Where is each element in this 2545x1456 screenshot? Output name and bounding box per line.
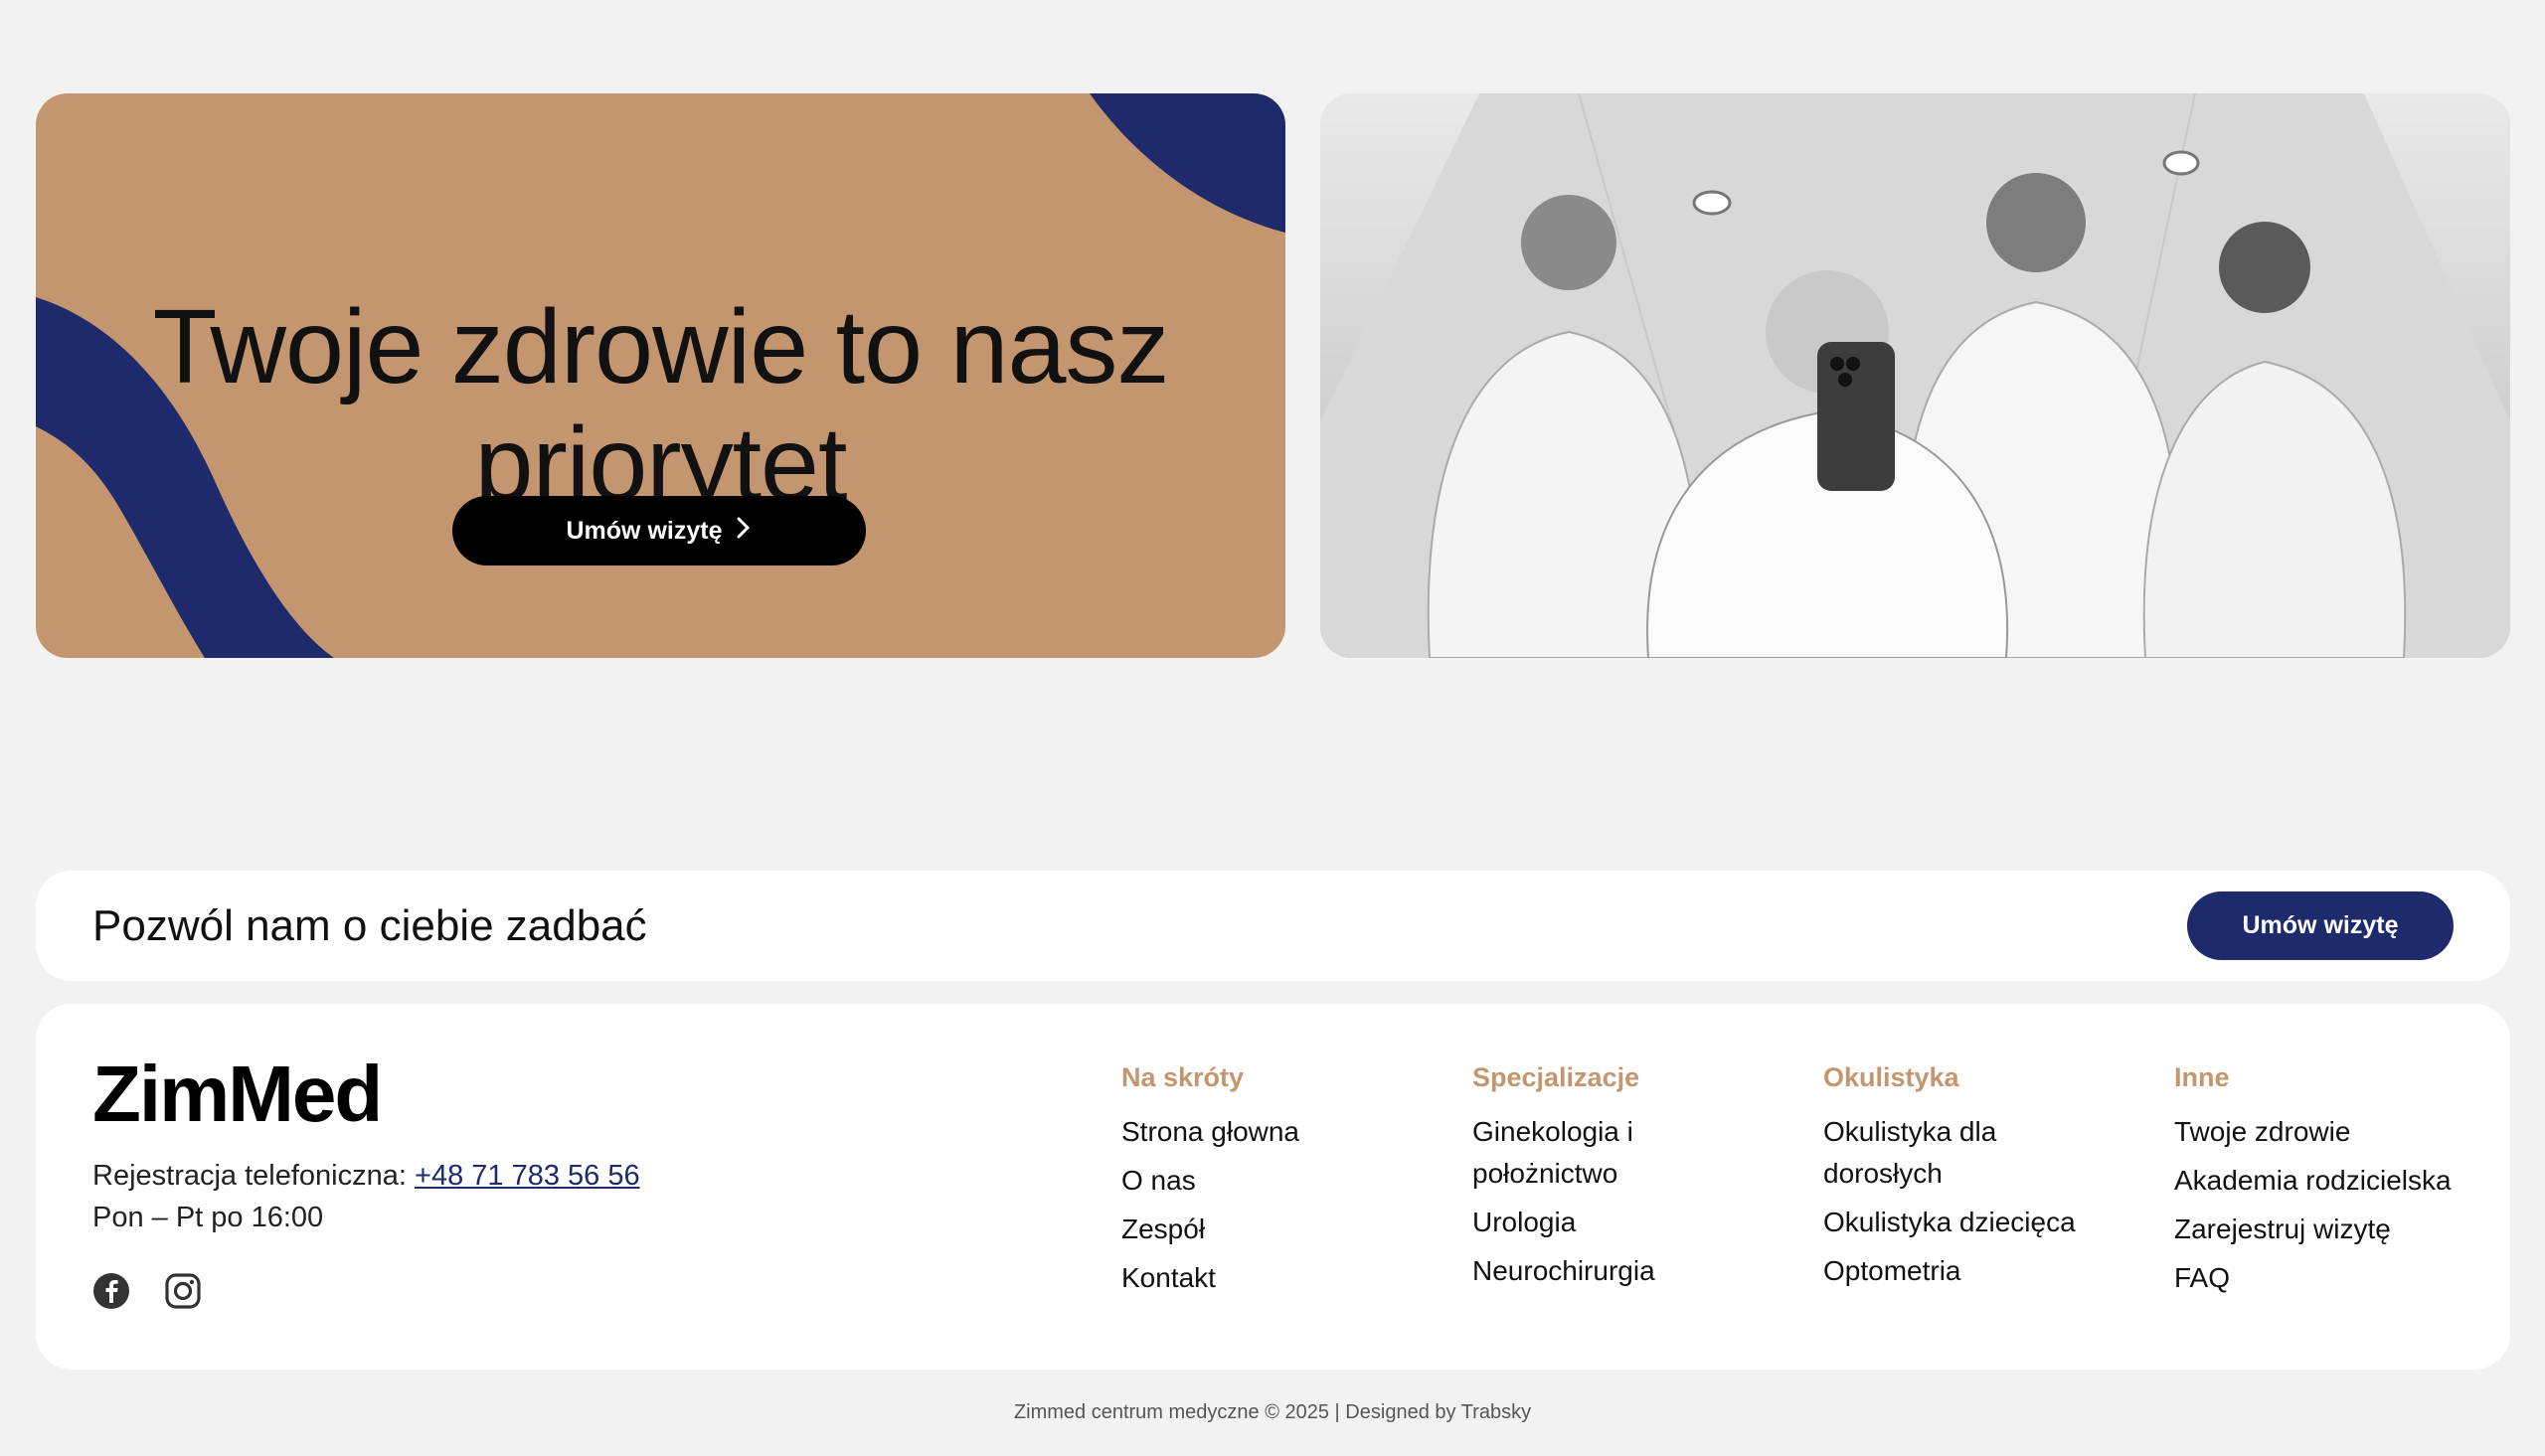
footer-column-specializations: Specjalizacje Ginekologia i położnictwo …	[1472, 1059, 1701, 1299]
column-title: Inne	[2174, 1062, 2230, 1092]
social-links	[92, 1272, 202, 1310]
chevron-right-icon	[736, 517, 752, 546]
footer-link-optometry[interactable]: Optometria	[1823, 1250, 2092, 1292]
book-visit-button[interactable]: Umów wizytę	[452, 496, 866, 566]
column-title: Specjalizacje	[1472, 1062, 1640, 1092]
footer-link-child-ophthalmology[interactable]: Okulistyka dziecięca	[1823, 1202, 2092, 1243]
footer-link-faq[interactable]: FAQ	[2174, 1257, 2472, 1299]
footer-link-team[interactable]: Zespół	[1121, 1209, 1440, 1250]
cta-book-visit-button[interactable]: Umów wizytę	[2187, 891, 2454, 960]
column-title: Na skróty	[1121, 1062, 1245, 1092]
book-visit-label: Umów wizytę	[566, 516, 723, 545]
phone-link[interactable]: +48 71 783 56 56	[415, 1160, 640, 1192]
footer-link-home[interactable]: Strona głowna	[1121, 1111, 1440, 1153]
footer-link-parenting-academy[interactable]: Akademia rodzicielska	[2174, 1160, 2472, 1202]
footer-column-ophthalmology: Okulistyka Okulistyka dla dorosłych Okul…	[1823, 1059, 2092, 1299]
cta-bar: Pozwól nam o ciebie zadbać Umów wizytę	[36, 871, 2510, 981]
footer-link-register-visit[interactable]: Zarejestruj wizytę	[2174, 1209, 2472, 1250]
facebook-icon[interactable]	[92, 1272, 130, 1310]
footer-link-about[interactable]: O nas	[1121, 1160, 1440, 1202]
footer-link-gynecology[interactable]: Ginekologia i położnictwo	[1472, 1111, 1701, 1195]
footer-link-your-health[interactable]: Twoje zdrowie	[2174, 1111, 2472, 1153]
footer-link-neurosurgery[interactable]: Neurochirurgia	[1472, 1250, 1701, 1292]
opening-hours: Pon – Pt po 16:00	[92, 1202, 324, 1233]
copyright: Zimmed centrum medyczne © 2025 | Designe…	[1013, 1401, 1532, 1423]
logo[interactable]: ZimMed	[92, 1049, 383, 1140]
footer-link-contact[interactable]: Kontakt	[1121, 1257, 1440, 1299]
hero-card: Twoje zdrowie to nasz priorytet Umów wiz…	[36, 93, 1285, 658]
column-title: Okulistyka	[1823, 1062, 1959, 1092]
instagram-icon[interactable]	[164, 1272, 202, 1310]
hero-title: Twoje zdrowie to nasz priorytet	[152, 288, 1170, 523]
footer-column-other: Inne Twoje zdrowie Akademia rodzicielska…	[2174, 1059, 2472, 1306]
footer: ZimMed Rejestracja telefoniczna: +48 71 …	[36, 1004, 2510, 1370]
footer-link-urology[interactable]: Urologia	[1472, 1202, 1701, 1243]
doctors-group-photo	[1320, 93, 2510, 658]
footer-column-shortcuts: Na skróty Strona głowna O nas Zespół Kon…	[1121, 1059, 1440, 1306]
cta-text: Pozwól nam o ciebie zadbać	[92, 901, 647, 950]
contact-info: Rejestracja telefoniczna: +48 71 783 56 …	[92, 1155, 640, 1238]
phone-label: Rejestracja telefoniczna:	[92, 1160, 407, 1192]
footer-link-adult-ophthalmology[interactable]: Okulistyka dla dorosłych	[1823, 1111, 2022, 1195]
